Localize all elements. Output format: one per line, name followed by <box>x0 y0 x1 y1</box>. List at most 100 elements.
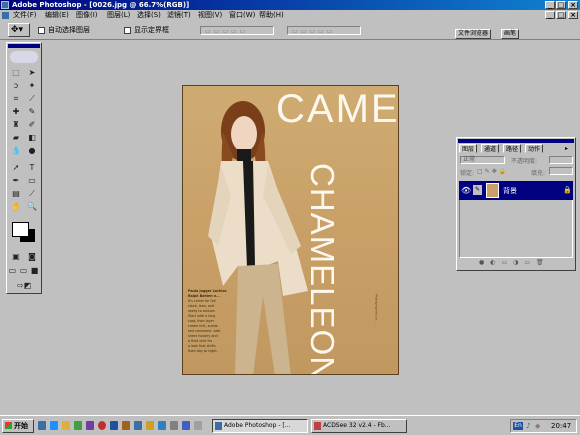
windows-logo-icon <box>5 422 12 429</box>
start-button[interactable]: 开始 <box>2 419 34 433</box>
healing-brush-tool-icon[interactable]: ✚ <box>9 106 23 117</box>
lasso-tool-icon[interactable]: ↄ <box>9 80 23 91</box>
crop-tool-icon[interactable]: ⌗ <box>9 93 23 104</box>
gradient-tool-icon[interactable]: ◧ <box>25 132 39 143</box>
fill-field[interactable] <box>549 167 573 175</box>
window-title: Adobe Photoshop - [0026.jpg @ 66.7%(RGB)… <box>12 1 190 9</box>
tray-app-icon[interactable]: ◆ <box>535 422 540 430</box>
distribute-icons[interactable]: ▭▭▭▭▭ <box>292 28 335 35</box>
jump-to-imageready-icon[interactable]: ⇨◩ <box>9 280 39 291</box>
foreground-color-swatch[interactable] <box>12 222 29 237</box>
menu-window[interactable]: 窗口(W) <box>229 11 255 20</box>
zoom-tool-icon[interactable]: 🔍 <box>25 201 39 212</box>
auto-select-layer-checkbox[interactable] <box>38 27 45 34</box>
quicklaunch-app-icon[interactable] <box>146 421 154 430</box>
shape-tool-icon[interactable]: ▭ <box>25 175 39 186</box>
opacity-label: 不透明度: <box>511 158 538 165</box>
tab-channels[interactable]: 通道 <box>481 144 500 153</box>
toolbox-header <box>8 44 40 48</box>
magic-wand-tool-icon[interactable]: ✦ <box>25 80 39 91</box>
show-desktop-icon[interactable] <box>38 421 46 430</box>
tab-brushes[interactable]: 画笔 <box>501 29 520 39</box>
photoshop-app-icon <box>1 1 9 9</box>
close-button[interactable]: × <box>568 1 578 9</box>
headline-chameleon: CHAMELEON <box>304 163 341 375</box>
document-canvas[interactable]: CAMEL CHAMELEON Paula Jagger Lachica Ral… <box>182 85 399 375</box>
quicklaunch-app-icon[interactable] <box>182 421 190 430</box>
slice-tool-icon[interactable]: ⟋ <box>25 93 39 104</box>
menu-help[interactable]: 帮助(H) <box>259 11 284 20</box>
align-icons[interactable]: ▭▭▭▭▭ <box>205 28 248 35</box>
quicklaunch-app-icon[interactable] <box>98 421 106 430</box>
pen-tool-icon[interactable]: ✒ <box>9 175 23 186</box>
language-indicator[interactable]: En <box>513 422 523 430</box>
brush-tool-icon[interactable]: ✎ <box>25 106 39 117</box>
title-bar: Adobe Photoshop - [0026.jpg @ 66.7%(RGB)… <box>0 0 580 10</box>
menu-select[interactable]: 选择(S) <box>137 11 161 20</box>
task-acdsee[interactable]: ACDSee 32 v2.4 - Fb... <box>311 419 407 433</box>
menu-image[interactable]: 图像(I) <box>76 11 98 20</box>
type-tool-icon[interactable]: T <box>25 162 39 173</box>
blur-tool-icon[interactable]: 💧 <box>9 145 23 156</box>
panel-menu-arrow-icon[interactable]: ▸ <box>565 145 568 152</box>
menu-view[interactable]: 视图(V) <box>198 11 222 20</box>
distribute-buttons-group[interactable]: ▭▭▭▭▭ <box>287 26 361 35</box>
lock-icons[interactable]: □✎✥🔒 <box>477 168 508 175</box>
align-buttons-group[interactable]: ▭▭▭▭▭ <box>200 26 274 35</box>
opacity-field[interactable] <box>549 156 573 164</box>
notes-tool-icon[interactable]: ▤ <box>9 188 23 199</box>
menu-layer[interactable]: 图层(L) <box>107 11 130 20</box>
standard-mode-icon[interactable]: ▣ <box>9 251 23 262</box>
fill-label: 填充: <box>531 170 546 177</box>
panel-caption[interactable] <box>458 139 574 143</box>
screen-mode-full-menu-icon[interactable]: ▭ <box>18 265 29 276</box>
blend-mode-select[interactable]: 正常 <box>460 156 505 164</box>
adobe-online-eye-icon[interactable] <box>10 51 38 63</box>
menu-filter[interactable]: 滤镜(T) <box>167 11 191 20</box>
path-selection-tool-icon[interactable]: ➚ <box>9 162 23 173</box>
tab-actions[interactable]: 动作 <box>525 144 544 153</box>
marquee-tool-icon[interactable]: ⬚ <box>9 67 23 78</box>
history-brush-tool-icon[interactable]: ✐ <box>25 119 39 130</box>
move-tool-icon[interactable]: ➤ <box>25 67 39 78</box>
outlook-icon[interactable] <box>62 421 70 430</box>
move-tool-preset-icon[interactable]: ✥▾ <box>8 23 30 37</box>
task-photoshop[interactable]: Adobe Photoshop - [... <box>212 419 308 433</box>
auto-select-layer-label: 自动选择图层 <box>48 26 90 34</box>
layer-row-background[interactable]: 👁 ✎ 背景 🔒 <box>459 181 573 200</box>
headline-camel: CAMEL <box>276 87 399 131</box>
quicklaunch-app-icon[interactable] <box>194 421 202 430</box>
acdsee-task-icon <box>314 422 321 430</box>
eraser-tool-icon[interactable]: ▰ <box>9 132 23 143</box>
quicklaunch-app-icon[interactable] <box>134 421 142 430</box>
quicklaunch-app-icon[interactable] <box>86 421 94 430</box>
doc-restore-button[interactable]: □ <box>556 11 566 19</box>
tab-file-browser[interactable]: 文件浏览器 <box>455 29 492 39</box>
quicklaunch-app-icon[interactable] <box>158 421 166 430</box>
menu-file[interactable]: 文件(F) <box>13 11 37 20</box>
menu-edit[interactable]: 编辑(E) <box>45 11 69 20</box>
show-bounding-box-checkbox[interactable] <box>124 27 131 34</box>
quicklaunch-app-icon[interactable] <box>170 421 178 430</box>
quick-mask-mode-icon[interactable]: ◙ <box>25 251 39 262</box>
tab-layers[interactable]: 图层 <box>459 144 478 153</box>
clone-stamp-tool-icon[interactable]: ♜ <box>9 119 23 130</box>
visibility-eye-icon[interactable]: 👁 <box>461 186 471 195</box>
screen-mode-full-icon[interactable]: ■ <box>29 265 40 276</box>
hand-tool-icon[interactable]: ✋ <box>9 201 23 212</box>
quicklaunch-app-icon[interactable] <box>122 421 130 430</box>
quicklaunch-app-icon[interactable] <box>74 421 82 430</box>
footer-icons[interactable]: ●◐▭◑▭🗑 <box>479 259 550 266</box>
eyedropper-tool-icon[interactable]: ⟋ <box>25 188 39 199</box>
ie-icon[interactable] <box>50 421 58 430</box>
toolbox: ⬚ ➤ ↄ ✦ ⌗ ⟋ ✚ ✎ ♜ ✐ ▰ ◧ 💧 ● ➚ T ✒ ▭ ▤ ⟋ … <box>6 42 42 294</box>
dodge-tool-icon[interactable]: ● <box>25 145 39 156</box>
screen-mode-standard-icon[interactable]: ▭ <box>7 265 18 276</box>
tray-app-icon[interactable]: ♪ <box>526 422 530 430</box>
doc-minimize-button[interactable]: _ <box>545 11 555 19</box>
quicklaunch-app-icon[interactable] <box>110 421 118 430</box>
minimize-button[interactable]: _ <box>545 1 555 9</box>
doc-close-button[interactable]: × <box>568 11 578 19</box>
tab-paths[interactable]: 路径 <box>503 144 522 153</box>
maximize-button[interactable]: □ <box>556 1 566 9</box>
